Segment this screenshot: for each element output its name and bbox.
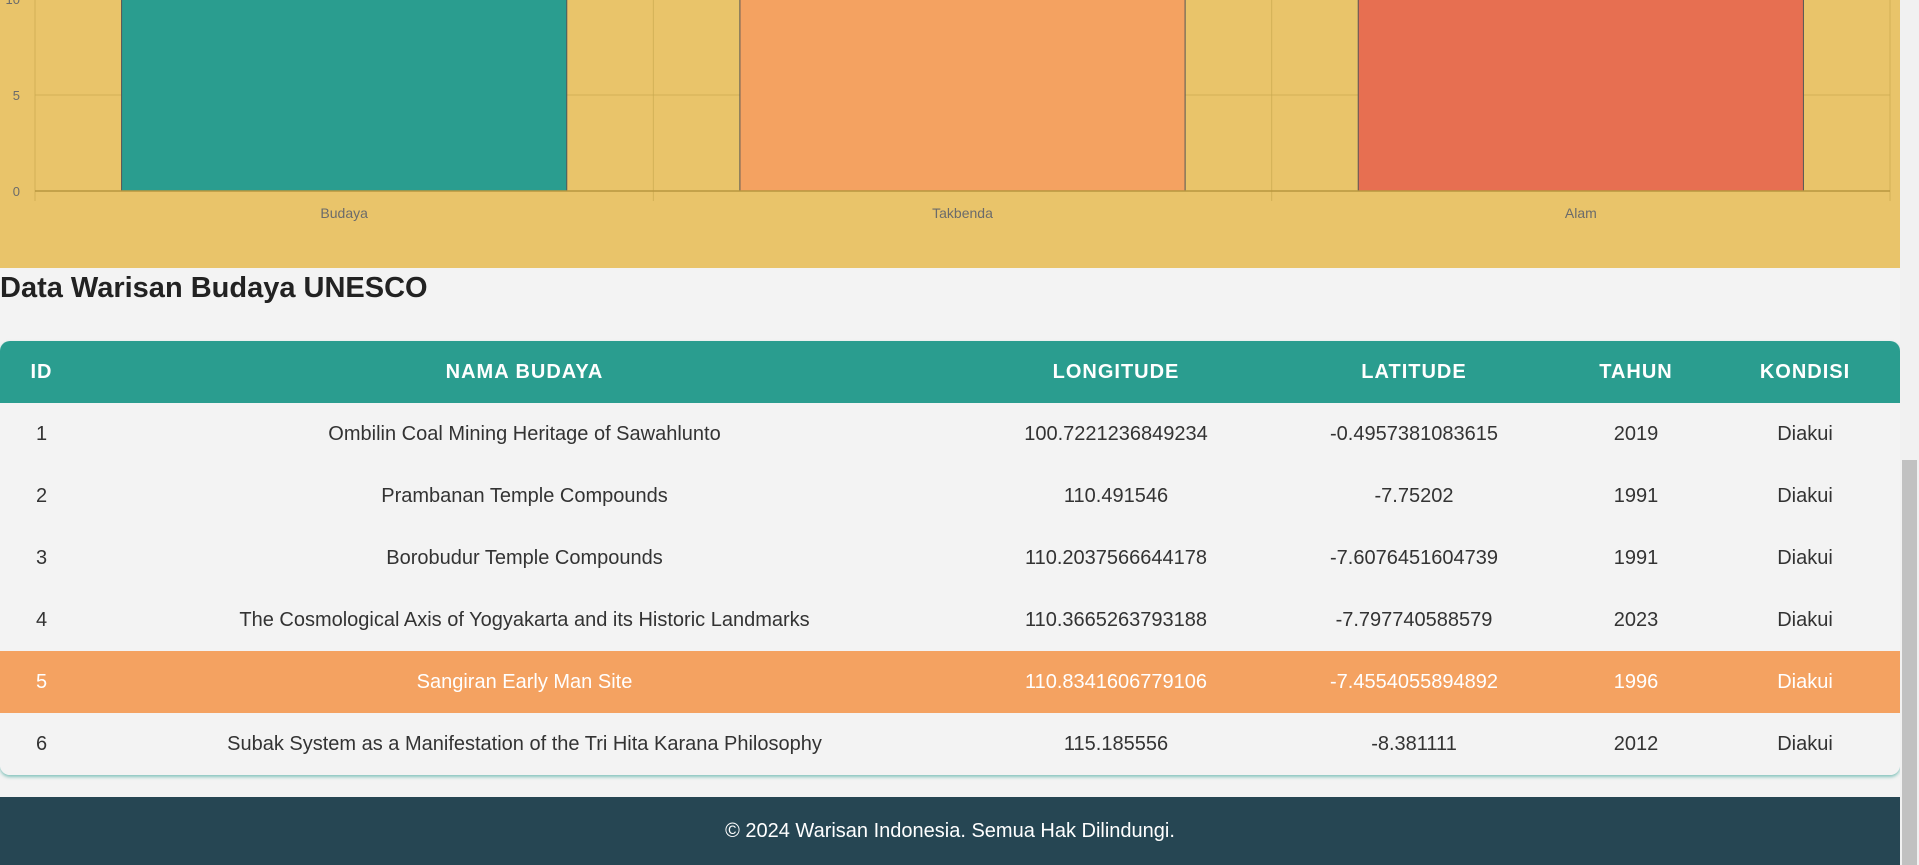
bar-chart-panel: 0 5 10 Budaya Takbenda Alam <box>0 0 1900 268</box>
x-tick-label: Takbenda <box>932 205 993 221</box>
table-cell: 1991 <box>1613 484 1659 507</box>
vertical-scrollbar[interactable] <box>1900 0 1919 865</box>
table-cell: 4 <box>35 608 48 631</box>
heritage-table: ID NAMA BUDAYA LONGITUDE LATITUDE TAHUN KONDI… <box>0 341 1900 775</box>
table-cell: 110.8341606779106 <box>1024 670 1208 693</box>
y-tick-label: 10 <box>6 0 20 7</box>
column-header: LONGITUDE <box>1052 360 1180 383</box>
y-tick-label: 5 <box>13 88 20 103</box>
table-cell: 2012 <box>1613 732 1659 755</box>
y-tick-label: 0 <box>13 184 20 199</box>
table-cell: Subak System as a Manifestation of the T… <box>227 732 822 755</box>
column-header: LATITUDE <box>1361 360 1467 383</box>
column-header: NAMA BUDAYA <box>445 360 604 383</box>
table-cell: Borobudur Temple Compounds <box>386 546 663 569</box>
table-row[interactable]: 3 Borobudur Temple Compounds 110.203756664… <box>0 527 1900 589</box>
table-row[interactable]: 1 Ombilin Coal Mining Heritage of Sawahlu… <box>0 403 1900 465</box>
table-cell: 3 <box>35 546 48 569</box>
table-row[interactable]: 6 Subak System as a Manifestation of the … <box>0 713 1900 775</box>
table-cell: -7.4554055894892 <box>1330 670 1498 693</box>
table-cell: Diakui <box>1777 546 1833 569</box>
table-header: ID NAMA BUDAYA LONGITUDE LATITUDE TAHUN KONDI… <box>0 341 1900 403</box>
table-cell: Diakui <box>1777 484 1833 507</box>
table-cell: 110.491546 <box>1063 484 1169 507</box>
table-cell: -7.6076451604739 <box>1330 546 1498 569</box>
column-header: KONDISI <box>1759 360 1851 383</box>
table-cell: The Cosmological Axis of Yogyakarta and … <box>239 608 810 631</box>
x-tick-label: Budaya <box>320 205 368 221</box>
table-cell: 100.7221236849234 <box>1024 422 1208 445</box>
table-row[interactable]: 5 Sangiran Early Man Site 110.834160677910… <box>0 651 1900 713</box>
table-cell: 5 <box>35 670 48 693</box>
table-cell: 1996 <box>1613 670 1659 693</box>
table-cell: 1 <box>35 422 48 445</box>
table-cell: -0.4957381083615 <box>1330 422 1498 445</box>
table-row[interactable]: 2 Prambanan Temple Compounds 110.491546 -7.… <box>0 465 1900 527</box>
x-tick-label: Alam <box>1565 205 1597 221</box>
bar-chart: 0 5 10 Budaya Takbenda Alam <box>6 0 1891 221</box>
table-cell: 6 <box>35 732 48 755</box>
bar <box>121 0 568 192</box>
table-cell: 115.185556 <box>1063 732 1169 755</box>
table-cell: Diakui <box>1777 670 1833 693</box>
table-cell: 2023 <box>1613 608 1659 631</box>
table-cell: Diakui <box>1777 608 1833 631</box>
scrollbar-thumb[interactable] <box>1902 460 1917 865</box>
column-header: TAHUN <box>1599 360 1673 383</box>
table-body: 1 Ombilin Coal Mining Heritage of Sawahlu… <box>0 403 1900 775</box>
table-cell: Diakui <box>1777 422 1833 445</box>
section-title: Data Warisan Budaya UNESCO <box>0 272 428 304</box>
table-cell: Sangiran Early Man Site <box>416 670 633 693</box>
table-cell: Diakui <box>1777 732 1833 755</box>
bar <box>739 0 1186 192</box>
table-cell: Ombilin Coal Mining Heritage of Sawahlun… <box>328 422 721 445</box>
table-cell: 1991 <box>1613 546 1659 569</box>
table-cell: -7.75202 <box>1374 484 1454 507</box>
table-cell: 2019 <box>1613 422 1659 445</box>
footer: © 2024 Warisan Indonesia. Semua Hak Dili… <box>0 797 1900 865</box>
table-cell: -8.381111 <box>1371 732 1457 755</box>
table-cell: 110.3665263793188 <box>1024 608 1208 631</box>
table-cell: Prambanan Temple Compounds <box>381 484 668 507</box>
table-row[interactable]: 4 The Cosmological Axis of Yogyakarta and… <box>0 589 1900 651</box>
bar <box>1357 0 1804 192</box>
table-cell: 2 <box>35 484 48 507</box>
table-cell: -7.797740588579 <box>1335 608 1493 631</box>
column-header: ID <box>30 360 53 383</box>
page: 0 5 10 Budaya Takbenda Alam Data Warisan Buda… <box>0 0 1900 865</box>
footer-copyright: © 2024 Warisan Indonesia. Semua Hak Dili… <box>725 819 1175 842</box>
table-cell: 110.2037566644178 <box>1024 546 1208 569</box>
